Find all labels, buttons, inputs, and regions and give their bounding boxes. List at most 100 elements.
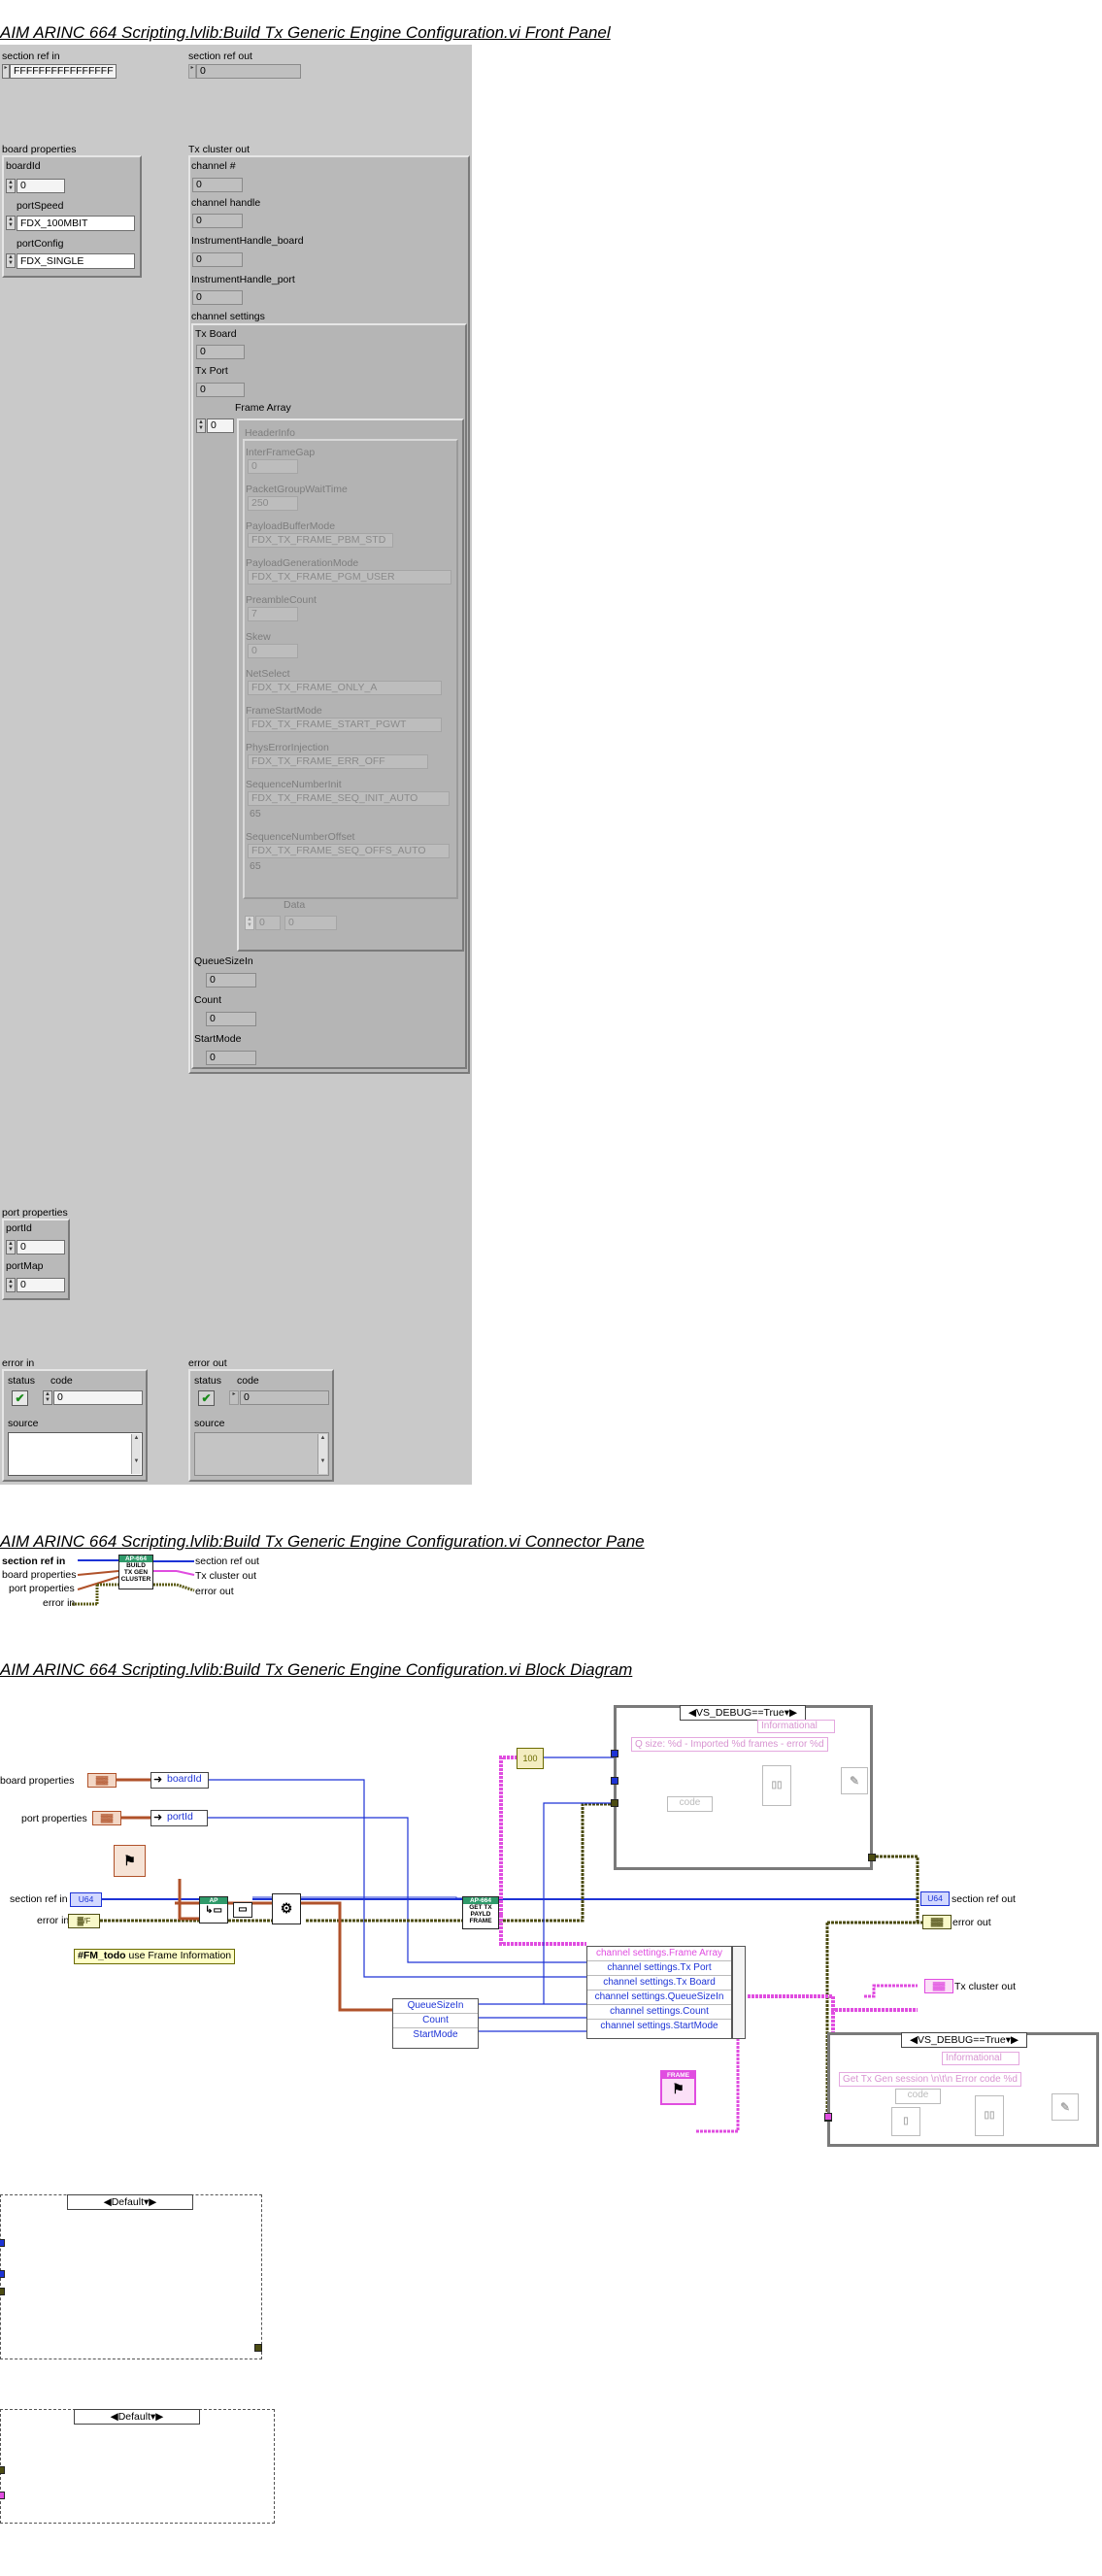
bd-default-case-1-left-arrow-icon[interactable]: ◀ <box>104 2196 112 2208</box>
frame-array-label: Frame Array <box>235 402 291 414</box>
bd-bundle-by-name[interactable]: channel settings.Frame Array channel set… <box>586 1946 732 2039</box>
bd-debug-case-1-left-arrow-icon[interactable]: ◀ <box>688 1707 696 1719</box>
bd-debug-case-1-format-string[interactable]: Q size: %d - Imported %d frames - error … <box>631 1737 828 1752</box>
port-map-field[interactable]: 0 <box>17 1278 65 1292</box>
bd-compare-vi-icon[interactable]: ▭ <box>233 1902 252 1918</box>
bd-default-case-1-selector[interactable]: ◀Default▾▶ <box>67 2194 193 2210</box>
bd-section-ref-out-terminal[interactable]: U64 <box>920 1891 950 1906</box>
bd-debug-case-2-log-vi[interactable]: ✎ <box>1052 2093 1079 2121</box>
bd-index-vi-icon[interactable]: AP ↳▭ <box>199 1896 228 1924</box>
bd-frame-constant[interactable]: FRAME ⚑ <box>660 2070 696 2105</box>
bd-debug-case-1-right-arrow-icon[interactable]: ▶ <box>789 1707 797 1719</box>
bd-section-ref-out-label: section ref out <box>952 1893 1016 1905</box>
cp-tx-cluster-out: Tx cluster out <box>195 1570 257 1582</box>
header-field-value: FDX_TX_FRAME_PGM_USER <box>248 570 451 585</box>
port-config-stepper[interactable]: ▲ ▼ <box>6 253 16 268</box>
header-field-value: FDX_TX_FRAME_ONLY_A <box>248 681 442 695</box>
bd-debug-case-2-left-arrow-icon[interactable]: ◀ <box>910 2034 918 2046</box>
bd-board-properties-terminal[interactable]: ▓▓ <box>87 1773 117 1788</box>
board-id-field[interactable]: 0 <box>17 179 65 193</box>
port-properties-label: port properties <box>2 1207 68 1219</box>
tx-board-label: Tx Board <box>195 328 237 340</box>
error-in-code-field[interactable]: 0 <box>53 1390 143 1405</box>
bd-debug-case-2-selector[interactable]: ◀VS_DEBUG==True▾▶ <box>901 2032 1027 2048</box>
error-in-status-checkbox[interactable]: ✔ <box>12 1390 28 1406</box>
bd-rename-vi-icon[interactable]: ⚑ <box>114 1845 146 1877</box>
port-id-field[interactable]: 0 <box>17 1240 65 1255</box>
port-speed-ring[interactable]: FDX_100MBIT <box>17 216 135 231</box>
bd-error-out-terminal[interactable]: ▓▓ <box>922 1915 952 1929</box>
tx-port-label: Tx Port <box>195 365 228 377</box>
bd-port-properties-terminal[interactable]: ▓▓ <box>92 1811 121 1825</box>
instrument-board-field: 0 <box>192 252 243 267</box>
error-out-label: error out <box>188 1357 227 1369</box>
start-mode-field: 0 <box>206 1051 256 1065</box>
bd-debug-case-1-log-vi[interactable]: ✎ <box>841 1767 868 1794</box>
bd-error-in-terminal[interactable]: ▓/F <box>68 1914 100 1928</box>
bd-default-case-structure-2[interactable] <box>0 2409 275 2524</box>
header-field-label: SequenceNumberInit <box>246 779 342 790</box>
bd-bundle-count: channel settings.Count <box>587 2005 731 2020</box>
board-properties-label: board properties <box>2 144 77 155</box>
frame-array-index-stepper[interactable]: ▲ ▼ <box>196 418 206 433</box>
count-field: 0 <box>206 1012 256 1026</box>
bd-default-case-2-selector[interactable]: ◀Default▾▶ <box>74 2409 200 2425</box>
board-id-stepper[interactable]: ▲ ▼ <box>6 179 16 193</box>
instrument-port-field: 0 <box>192 290 243 305</box>
bd-debug-case-structure-2[interactable] <box>827 2032 1099 2147</box>
bd-debug-case-2-format-string[interactable]: Get Tx Gen session \n\t\n Error code %d <box>839 2072 1021 2087</box>
cp-section-ref-in: section ref in <box>2 1556 66 1567</box>
bd-bundle-input-cluster <box>732 1946 746 2039</box>
tx-cluster-out-label: Tx cluster out <box>188 144 250 155</box>
bd-debug-case-1-tunnel-err <box>611 1799 618 1807</box>
channel-number-label: channel # <box>191 160 236 172</box>
bd-default-case-2-tunnel-frame <box>0 2492 5 2499</box>
port-id-stepper[interactable]: ▲ ▼ <box>6 1240 16 1255</box>
error-in-source-field[interactable]: ▲ ▼ <box>8 1432 143 1476</box>
bd-debug-case-1-code-unbundle[interactable]: code <box>667 1796 713 1812</box>
header-field-value: 65 <box>250 860 261 872</box>
bd-unbundle-sizes[interactable]: QueueSizeIn Count StartMode <box>392 1998 479 2049</box>
bd-default-case-2-right-arrow-icon[interactable]: ▶ <box>155 2411 163 2423</box>
tx-port-field: 0 <box>196 383 245 397</box>
bd-debug-case-2-level-ring[interactable]: Informational <box>942 2052 1019 2065</box>
bd-default-case-2-left-arrow-icon[interactable]: ◀ <box>111 2411 118 2423</box>
bd-debug-case-2-right-arrow-icon[interactable]: ▶ <box>1011 2034 1019 2046</box>
bd-tx-cluster-out-terminal[interactable]: ▓▓ <box>924 1979 953 1993</box>
bd-unbundle-port-arrow-icon: ➜ <box>153 1812 163 1823</box>
bd-default-case-structure-1[interactable] <box>0 2194 262 2359</box>
port-speed-stepper[interactable]: ▲ ▼ <box>6 216 16 230</box>
bd-section-ref-in-terminal[interactable]: U64 <box>70 1892 102 1907</box>
channel-number-field: 0 <box>192 178 243 192</box>
connector-pane-icon: AP-664 BUILD TX GEN CLUSTER <box>118 1555 153 1589</box>
start-mode-label: StartMode <box>194 1033 242 1045</box>
channel-settings-label: channel settings <box>191 311 265 322</box>
bd-tx-cluster-out-label: Tx cluster out <box>954 1981 1017 1992</box>
section-ref-in-radix[interactable]: ▸ <box>2 64 10 79</box>
block-diagram-title: AIM ARINC 664 Scripting.lvlib:Build Tx G… <box>0 1660 633 1679</box>
bd-merge-vi-icon[interactable]: ⚙ <box>272 1893 301 1924</box>
bd-array-constant[interactable]: 100 <box>517 1748 544 1769</box>
bd-debug-case-2-status-vi[interactable]: ▯ <box>891 2107 920 2136</box>
bd-debug-case-1-selector[interactable]: ◀VS_DEBUG==True▾▶ <box>680 1705 806 1721</box>
bd-get-tx-payload-frame-vi[interactable]: AP-664 GET TX PAYLD FRAME <box>462 1896 499 1929</box>
error-in-code-stepper[interactable]: ▲ ▼ <box>43 1390 52 1405</box>
bd-bundle-start-mode: channel settings.StartMode <box>600 2021 718 2031</box>
bd-error-in-label: error in <box>37 1915 70 1926</box>
header-field-label: Skew <box>246 631 271 643</box>
bd-debug-case-1-format-vi[interactable]: ▯▯ <box>762 1765 791 1806</box>
section-ref-out-field: 0 <box>196 64 301 79</box>
bd-bundle-tx-port: channel settings.Tx Port <box>587 1961 731 1976</box>
count-label: Count <box>194 994 222 1006</box>
bd-debug-case-2-format-vi[interactable]: ▯▯ <box>975 2095 1004 2136</box>
frame-array-index[interactable]: 0 <box>207 418 234 433</box>
error-out-status-label: status <box>194 1375 222 1387</box>
bd-debug-case-1-level-ring[interactable]: Informational <box>757 1720 835 1733</box>
section-ref-in-field[interactable]: FFFFFFFFFFFFFFFF <box>10 64 117 79</box>
bd-port-properties-label: port properties <box>21 1813 87 1824</box>
port-map-stepper[interactable]: ▲ ▼ <box>6 1278 16 1292</box>
bd-debug-case-2-code-unbundle[interactable]: code <box>895 2089 941 2104</box>
port-config-ring[interactable]: FDX_SINGLE <box>17 253 135 269</box>
bd-default-case-1-right-arrow-icon[interactable]: ▶ <box>149 2196 156 2208</box>
bd-section-ref-in-label: section ref in <box>10 1893 68 1905</box>
